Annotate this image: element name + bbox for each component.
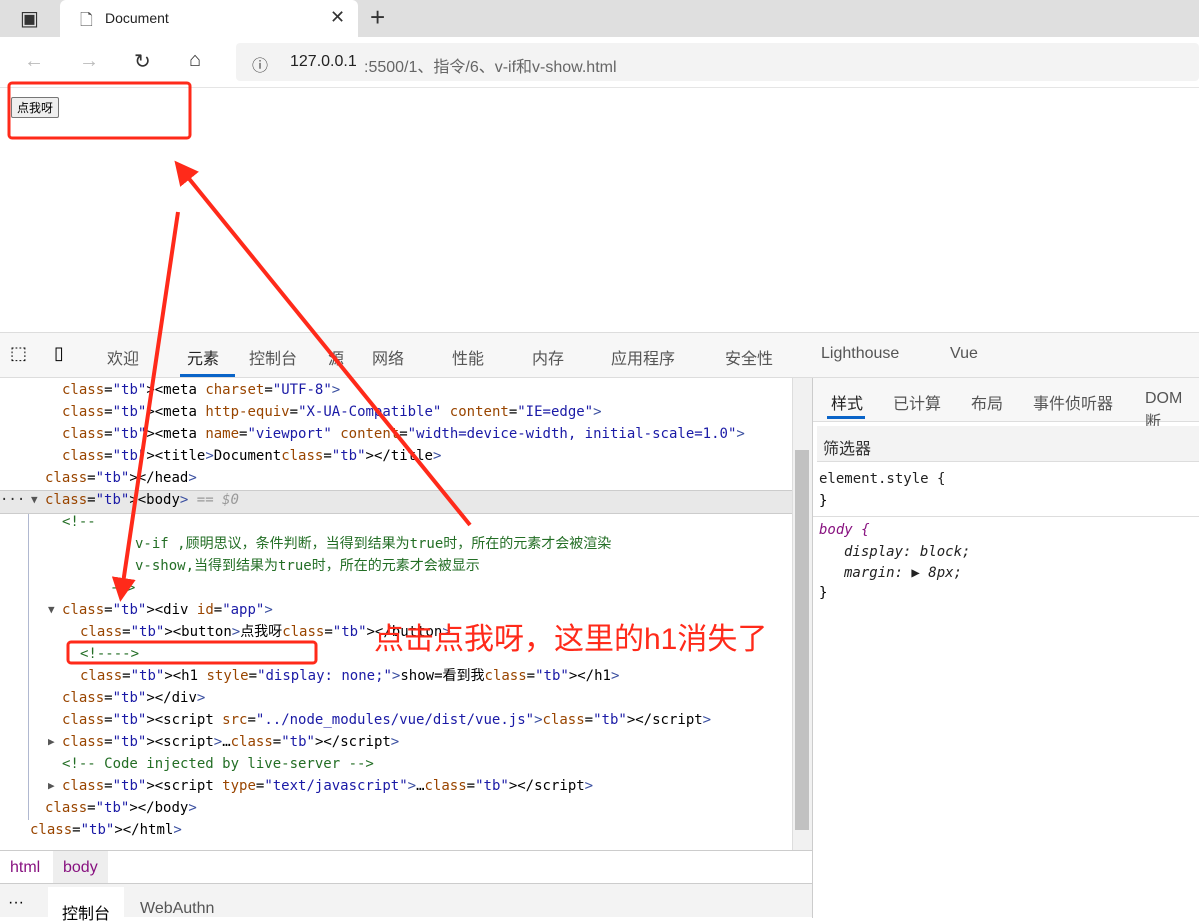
close-tab-icon[interactable]: ✕ (330, 7, 345, 28)
tab-lighthouse[interactable]: Lighthouse (821, 345, 899, 363)
display-property[interactable]: display: block; (844, 541, 970, 563)
code-line[interactable]: class="tb"><meta http-equiv="X-UA-Compat… (62, 401, 602, 423)
code-line[interactable]: class="tb"></head> (45, 467, 197, 489)
code-line[interactable]: class="tb"><script type="text/javascript… (48, 775, 593, 797)
tab-network[interactable]: 网络 (372, 345, 404, 369)
url-host: 127.0.0.1 (290, 53, 357, 70)
code-line[interactable]: class="tb"></html> (30, 819, 182, 841)
more-icon[interactable]: ··· (0, 489, 25, 511)
tab-layout[interactable]: 布局 (971, 390, 1003, 414)
code-line[interactable]: class="tb"><body> == $0 ▼ ··· (0, 489, 239, 511)
device-icon[interactable]: ▯ (54, 343, 64, 364)
new-tab-icon[interactable]: + (370, 2, 385, 33)
back-icon[interactable]: ← (24, 50, 44, 73)
tab-strip: ▣ 🗋 Document ✕ + (0, 0, 1199, 37)
expand-toggle-icon[interactable]: ▶ (48, 775, 55, 797)
tab-performance[interactable]: 性能 (452, 345, 484, 369)
tab-elements[interactable]: 元素 (187, 345, 219, 369)
code-line[interactable]: class="tb"><meta name="viewport" content… (62, 423, 745, 445)
inspect-icon[interactable]: ⬚ (10, 343, 27, 364)
filter-placeholder: 筛选器 (823, 441, 872, 458)
tab-sources[interactable]: 源 (328, 345, 344, 369)
refresh-icon[interactable]: ↻ (134, 49, 151, 74)
devtools-toolbar: ⬚ ▯ 欢迎 元素 控制台 源 网络 性能 内存 应用程序 安全性 Lighth… (0, 332, 1199, 378)
tab-console[interactable]: 控制台 (249, 345, 297, 369)
code-line[interactable]: class="tb"></body> (45, 797, 197, 819)
tab-vue[interactable]: Vue (950, 345, 978, 363)
page-icon: 🗋 (80, 12, 93, 29)
code-line[interactable]: class="tb"><meta charset="UTF-8"> (62, 379, 340, 401)
tab-security[interactable]: 安全性 (725, 345, 773, 369)
expand-toggle-icon[interactable]: ▼ (31, 489, 38, 511)
tab-memory[interactable]: 内存 (532, 345, 564, 369)
element-style-rule[interactable]: element.style { (819, 468, 945, 490)
drawer-tabs: ··· 控制台 WebAuthn (0, 883, 812, 923)
info-icon: ⓘ (252, 58, 269, 75)
code-line[interactable]: class="tb"><script>…class="tb"></script>… (48, 731, 399, 753)
rule-close: } (819, 585, 828, 601)
code-line[interactable]: --> (110, 577, 135, 599)
rule-close: } (819, 493, 828, 509)
margin-property[interactable]: margin: ▶ 8px; (844, 562, 962, 584)
active-tab-indicator (180, 374, 235, 377)
expand-toggle-icon[interactable]: ▼ (48, 599, 55, 621)
browser-tab[interactable]: 🗋 Document ✕ (60, 0, 358, 37)
breadcrumb: html body (0, 850, 812, 883)
code-line[interactable]: <!-- (62, 511, 96, 533)
home-icon[interactable]: ⌂ (189, 49, 201, 72)
scrollbar-thumb[interactable] (795, 450, 809, 830)
annotation-text: 点击点我呀，这里的h1消失了 (374, 623, 768, 656)
indent-guide (28, 514, 29, 820)
drawer-tab-console[interactable]: 控制台 (48, 887, 125, 923)
forward-icon[interactable]: → (79, 50, 99, 73)
code-line[interactable]: v-show,当得到结果为true时，所在的元素才会被显示 (135, 555, 480, 577)
code-line[interactable]: v-if ,顾明思议，条件判断，当得到结果为true时，所在的元素才会被渲染 (135, 533, 611, 555)
tab-actions-icon[interactable]: ▣ (20, 6, 39, 31)
drawer-tab-webauthn[interactable]: WebAuthn (140, 900, 214, 918)
tab-styles[interactable]: 样式 (831, 390, 863, 414)
click-me-button[interactable]: 点我呀 (11, 97, 60, 118)
code-line[interactable]: class="tb"><div id="app"> ▼ (48, 599, 273, 621)
body-rule-selector: body { (819, 522, 870, 538)
tab-event-listeners[interactable]: 事件侦听器 (1033, 390, 1113, 414)
code-line[interactable]: <!----> (80, 643, 139, 665)
styles-tabs: 样式 已计算 布局 事件侦听器 DOM 断 (813, 378, 1199, 431)
styles-pane: 样式 已计算 布局 事件侦听器 DOM 断 筛选器 element.style … (812, 378, 1199, 918)
code-line[interactable]: <!-- Code injected by live-server --> (62, 753, 374, 775)
code-line[interactable]: class="tb"><script src="../node_modules/… (62, 709, 711, 731)
code-line[interactable]: class="tb"><title>Documentclass="tb"></t… (62, 445, 441, 467)
active-tab-indicator (827, 416, 865, 419)
expand-toggle-icon[interactable]: ▶ (48, 731, 55, 753)
url-input[interactable]: ⓘ 127.0.0.1 :5500/1、指令/6、v-if和v-show.htm… (236, 43, 1199, 81)
breadcrumb-html[interactable]: html (10, 859, 40, 877)
tab-title: Document (105, 10, 169, 26)
drawer-more-icon[interactable]: ··· (8, 894, 24, 912)
code-line[interactable]: class="tb"></div> (62, 687, 205, 709)
tab-application[interactable]: 应用程序 (611, 345, 675, 369)
tab-welcome[interactable]: 欢迎 (107, 345, 139, 369)
code-line[interactable]: class="tb"><h1 style="display: none;">sh… (80, 665, 619, 687)
divider (813, 516, 1199, 517)
breadcrumb-body[interactable]: body (53, 851, 108, 883)
tab-computed[interactable]: 已计算 (893, 390, 941, 414)
url-path: :5500/1、指令/6、v-if和v-show.html (364, 59, 617, 76)
filter-input[interactable]: 筛选器 (817, 426, 1199, 462)
